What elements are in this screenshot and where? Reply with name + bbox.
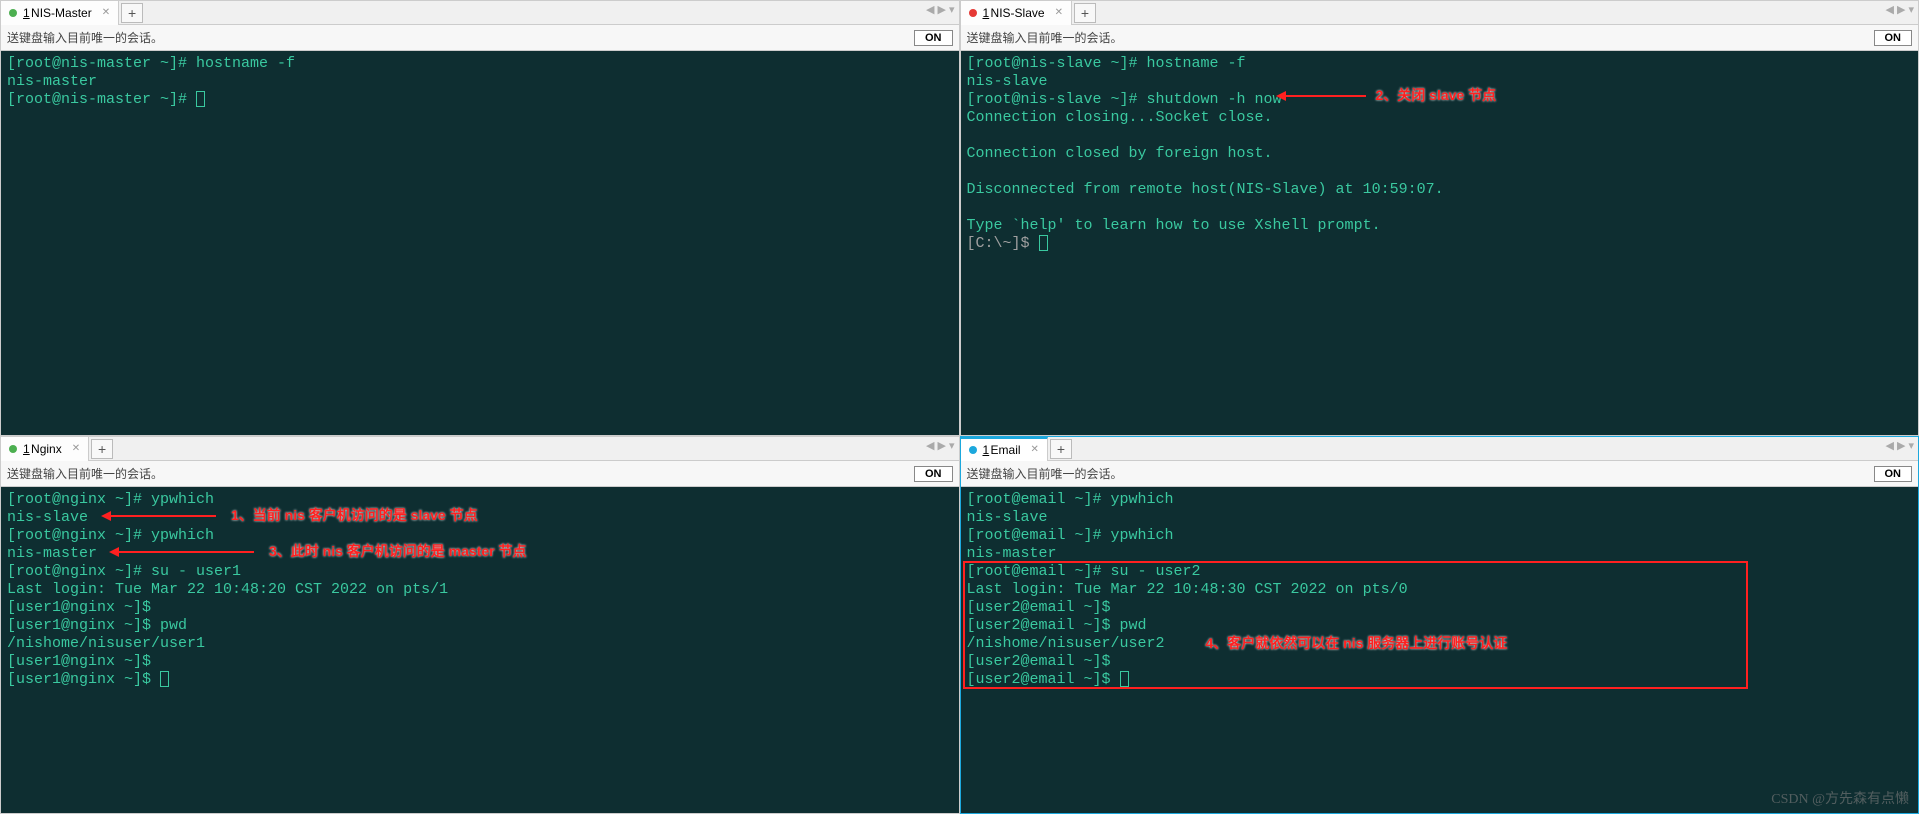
terminal-email[interactable]: [root@email ~]# ypwhich nis-slave [root@… xyxy=(961,487,1919,813)
tab-nav-arrows[interactable]: ◀ ▶ ▾ xyxy=(1885,439,1914,452)
pane-email: 1 Email ✕ + ◀ ▶ ▾ 送键盘输入目前唯一的会话。 ON [root… xyxy=(960,436,1919,814)
tab-email[interactable]: 1 Email ✕ xyxy=(961,437,1048,461)
toolbar-hint: 送键盘输入目前唯一的会话。 xyxy=(967,465,1123,482)
arrow-icon xyxy=(106,515,216,517)
term-line: [root@nginx ~]# ypwhich xyxy=(7,527,214,544)
on-toggle[interactable]: ON xyxy=(1874,30,1913,46)
status-dot-icon xyxy=(9,445,17,453)
terminal-nis-slave[interactable]: [root@nis-slave ~]# hostname -f nis-slav… xyxy=(961,51,1919,435)
term-line: [root@nis-master ~]# xyxy=(7,91,196,108)
term-line: /nishome/nisuser/user1 xyxy=(7,635,205,652)
term-line: Connection closing...Socket close. xyxy=(967,109,1273,126)
term-line: Connection closed by foreign host. xyxy=(967,145,1273,162)
term-line: nis-master xyxy=(967,545,1057,562)
tab-nav-arrows[interactable]: ◀ ▶ ▾ xyxy=(926,3,955,16)
pane-nis-slave: 1 NIS-Slave ✕ + ◀ ▶ ▾ 送键盘输入目前唯一的会话。 ON [… xyxy=(960,0,1919,436)
terminal-nginx[interactable]: [root@nginx ~]# ypwhich nis-slave [root@… xyxy=(1,487,959,813)
add-tab-button[interactable]: + xyxy=(1050,439,1072,459)
term-line: [C:\~]$ xyxy=(967,235,1039,252)
tab-nav-arrows[interactable]: ◀ ▶ ▾ xyxy=(1885,3,1914,16)
arrow-icon xyxy=(1281,95,1366,97)
tab-nginx[interactable]: 1 Nginx ✕ xyxy=(1,437,89,461)
annotation-3: 3、此时 nis 客户机访问的是 master 节点 xyxy=(269,543,527,560)
tabbar: 1 NIS-Slave ✕ + ◀ ▶ ▾ xyxy=(961,1,1919,25)
add-tab-button[interactable]: + xyxy=(121,3,143,23)
term-line: Last login: Tue Mar 22 10:48:30 CST 2022… xyxy=(967,581,1408,598)
term-line: Type `help' to learn how to use Xshell p… xyxy=(967,217,1381,234)
tab-number: 1 xyxy=(23,442,30,456)
cursor-icon xyxy=(160,671,169,687)
tab-label: NIS-Master xyxy=(31,6,92,20)
cursor-icon xyxy=(196,91,205,107)
watermark: CSDN @方先森有点懒 xyxy=(1771,788,1909,808)
term-line: [root@nis-master ~]# hostname -f xyxy=(7,55,295,72)
cursor-icon xyxy=(1039,235,1048,251)
term-line: [user1@nginx ~]$ xyxy=(7,653,151,670)
term-line: [user1@nginx ~]$ pwd xyxy=(7,617,187,634)
term-line: nis-slave xyxy=(967,73,1048,90)
term-line: [user2@email ~]$ xyxy=(967,671,1120,688)
close-icon[interactable]: ✕ xyxy=(1031,444,1039,455)
term-line: nis-slave xyxy=(967,509,1048,526)
tab-number: 1 xyxy=(983,443,990,457)
toolbar-hint: 送键盘输入目前唯一的会话。 xyxy=(967,29,1123,46)
toolbar: 送键盘输入目前唯一的会话。 ON xyxy=(961,461,1919,487)
annotation-2: 2、关闭 slave 节点 xyxy=(1376,87,1497,104)
term-line: nis-slave xyxy=(7,509,88,526)
toolbar: 送键盘输入目前唯一的会话。 ON xyxy=(1,25,959,51)
tab-nis-master[interactable]: 1 NIS-Master ✕ xyxy=(1,1,119,25)
term-line: Last login: Tue Mar 22 10:48:20 CST 2022… xyxy=(7,581,448,598)
tab-number: 1 xyxy=(983,6,990,20)
pane-nginx: 1 Nginx ✕ + ◀ ▶ ▾ 送键盘输入目前唯一的会话。 ON [root… xyxy=(0,436,960,814)
tab-label: Email xyxy=(991,443,1021,457)
toolbar-hint: 送键盘输入目前唯一的会话。 xyxy=(7,465,163,482)
status-dot-icon xyxy=(969,9,977,17)
tabbar: 1 Nginx ✕ + ◀ ▶ ▾ xyxy=(1,437,959,461)
add-tab-button[interactable]: + xyxy=(91,439,113,459)
status-dot-icon xyxy=(969,446,977,454)
tab-number: 1 xyxy=(23,6,30,20)
annotation-1: 1、当前 nis 客户机访问的是 slave 节点 xyxy=(231,507,478,524)
toolbar-hint: 送键盘输入目前唯一的会话。 xyxy=(7,29,163,46)
on-toggle[interactable]: ON xyxy=(1874,466,1913,482)
tab-nav-arrows[interactable]: ◀ ▶ ▾ xyxy=(926,439,955,452)
term-line: Disconnected from remote host(NIS-Slave)… xyxy=(967,181,1444,198)
tabbar: 1 Email ✕ + ◀ ▶ ▾ xyxy=(961,437,1919,461)
term-line: nis-master xyxy=(7,73,97,90)
term-line: [root@email ~]# su - user2 xyxy=(967,563,1201,580)
tab-label: Nginx xyxy=(31,442,62,456)
term-line: [root@nis-slave ~]# shutdown -h now xyxy=(967,91,1282,108)
term-line: [root@nginx ~]# ypwhich xyxy=(7,491,214,508)
term-line: [user1@nginx ~]$ xyxy=(7,671,160,688)
term-line: [root@nginx ~]# su - user1 xyxy=(7,563,241,580)
term-line: [user2@email ~]$ xyxy=(967,653,1111,670)
term-line: [root@email ~]# ypwhich xyxy=(967,527,1174,544)
term-line: [user2@email ~]$ pwd xyxy=(967,617,1147,634)
toolbar: 送键盘输入目前唯一的会话。 ON xyxy=(961,25,1919,51)
close-icon[interactable]: ✕ xyxy=(72,443,80,454)
term-line: [root@nis-slave ~]# hostname -f xyxy=(967,55,1246,72)
annotation-4: 4、客户就依然可以在 nis 服务器上进行账号认证 xyxy=(1206,635,1508,652)
term-line: [user1@nginx ~]$ xyxy=(7,599,151,616)
arrow-icon xyxy=(114,551,254,553)
status-dot-icon xyxy=(9,9,17,17)
toolbar: 送键盘输入目前唯一的会话。 ON xyxy=(1,461,959,487)
pane-nis-master: 1 NIS-Master ✕ + ◀ ▶ ▾ 送键盘输入目前唯一的会话。 ON … xyxy=(0,0,960,436)
term-line: nis-master xyxy=(7,545,97,562)
term-line: /nishome/nisuser/user2 xyxy=(967,635,1165,652)
on-toggle[interactable]: ON xyxy=(914,30,953,46)
close-icon[interactable]: ✕ xyxy=(1055,7,1063,18)
term-line: [user2@email ~]$ xyxy=(967,599,1111,616)
tab-nis-slave[interactable]: 1 NIS-Slave ✕ xyxy=(961,1,1072,25)
tab-label: NIS-Slave xyxy=(991,6,1045,20)
term-line: [root@email ~]# ypwhich xyxy=(967,491,1174,508)
on-toggle[interactable]: ON xyxy=(914,466,953,482)
tabbar: 1 NIS-Master ✕ + ◀ ▶ ▾ xyxy=(1,1,959,25)
close-icon[interactable]: ✕ xyxy=(102,7,110,18)
cursor-icon xyxy=(1120,671,1129,687)
add-tab-button[interactable]: + xyxy=(1074,3,1096,23)
terminal-nis-master[interactable]: [root@nis-master ~]# hostname -f nis-mas… xyxy=(1,51,959,435)
